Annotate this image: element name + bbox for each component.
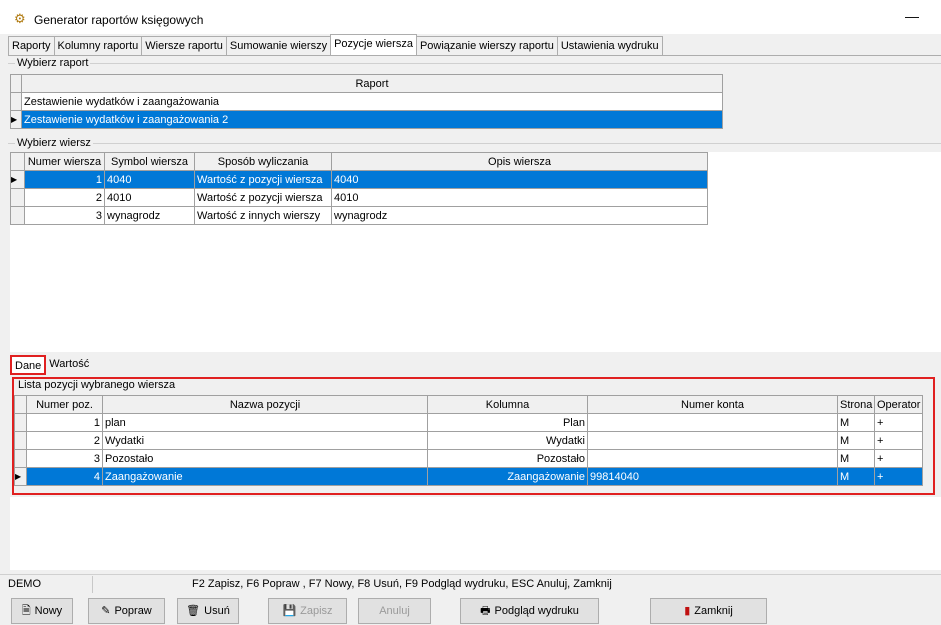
- row-number-cell[interactable]: 2: [24, 188, 105, 207]
- tab-powiazanie-wierszy[interactable]: Powiązanie wierszy raportu: [415, 36, 558, 55]
- tab-pozycje-wiersza[interactable]: Pozycje wiersza: [330, 34, 417, 55]
- tab-wiersze-raportu[interactable]: Wiersze raportu: [141, 36, 227, 55]
- row-symbol-cell[interactable]: wynagrodz: [104, 206, 195, 225]
- row-description-cell[interactable]: wynagrodz: [331, 206, 708, 225]
- minimize-button[interactable]: —: [905, 8, 919, 24]
- main-tabs: Raporty Kolumny raportu Wiersze raportu …: [8, 34, 663, 55]
- tab-dane[interactable]: Dane: [10, 355, 47, 375]
- printer-icon: 🖶: [480, 604, 491, 617]
- status-bar: DEMO F2 Zapisz, F6 Popraw , F7 Nowy, F8 …: [0, 574, 941, 593]
- tab-ustawienia-wydruku[interactable]: Ustawienia wydruku: [556, 36, 663, 55]
- floppy-disk-icon: 💾: [282, 604, 297, 617]
- new-button[interactable]: 🗎 Nowy: [11, 598, 73, 624]
- column-header-symbol-wiersza[interactable]: Symbol wiersza: [104, 152, 195, 171]
- positions-empty-area: [10, 497, 941, 570]
- report-group-title: Wybierz raport: [15, 57, 91, 69]
- edit-icon: ✎: [101, 604, 111, 617]
- row-pointer-icon: ▶: [10, 170, 25, 189]
- detail-tabs: Dane Wartość: [10, 355, 92, 375]
- column-header-numer-wiersza[interactable]: Numer wiersza: [24, 152, 105, 171]
- header-indicator: [10, 74, 22, 93]
- tab-kolumny-raportu[interactable]: Kolumny raportu: [53, 36, 143, 55]
- tab-sumowanie-wierszy[interactable]: Sumowanie wierszy: [225, 36, 332, 55]
- gear-icon: ⚙: [14, 11, 26, 26]
- cancel-button-label: Anuluj: [379, 605, 410, 617]
- row-description-cell[interactable]: 4040: [331, 170, 708, 189]
- status-divider: [92, 576, 93, 593]
- delete-button-label: Usuń: [204, 605, 230, 617]
- row-group-title: Wybierz wiersz: [15, 137, 93, 149]
- save-button[interactable]: 💾 Zapisz: [268, 598, 347, 624]
- column-header-raport[interactable]: Raport: [21, 74, 723, 93]
- table-row[interactable]: 3 wynagrodz Wartość z innych wierszy wyn…: [10, 206, 708, 225]
- column-header-opis-wiersza[interactable]: Opis wiersza: [331, 152, 708, 171]
- group-border: [8, 143, 941, 144]
- table-row[interactable]: Zestawienie wydatków i zaangażowania: [10, 92, 723, 111]
- report-table: Raport Zestawienie wydatków i zaangażowa…: [10, 74, 723, 129]
- header-indicator: [10, 152, 25, 171]
- report-name-cell[interactable]: Zestawienie wydatków i zaangażowania: [21, 92, 723, 111]
- new-document-icon: 🗎: [21, 604, 31, 617]
- column-header-sposob-wyliczania[interactable]: Sposób wyliczania: [194, 152, 332, 171]
- print-preview-button-label: Podgląd wydruku: [494, 605, 579, 617]
- row-indicator: [10, 92, 22, 111]
- report-name-cell[interactable]: Zestawienie wydatków i zaangażowania 2: [21, 110, 723, 129]
- table-row-selected[interactable]: ▶ Zestawienie wydatków i zaangażowania 2: [10, 110, 723, 129]
- button-bar: 🗎 Nowy ✎ Popraw 🗑 Usuń 💾 Zapisz Anuluj 🖶…: [0, 596, 941, 625]
- save-button-label: Zapisz: [300, 605, 333, 617]
- row-method-cell[interactable]: Wartość z pozycji wiersza: [194, 170, 332, 189]
- status-shortcuts: F2 Zapisz, F6 Popraw , F7 Nowy, F8 Usuń,…: [192, 578, 612, 590]
- edit-button-label: Popraw: [114, 605, 152, 617]
- edit-button[interactable]: ✎ Popraw: [88, 598, 165, 624]
- row-symbol-cell[interactable]: 4010: [104, 188, 195, 207]
- row-method-cell[interactable]: Wartość z innych wierszy: [194, 206, 332, 225]
- row-indicator: [10, 206, 25, 225]
- group-border: [8, 63, 941, 64]
- row-table: Numer wiersza Symbol wiersza Sposób wyli…: [10, 152, 708, 225]
- new-button-label: Nowy: [34, 605, 63, 617]
- tab-raporty[interactable]: Raporty: [8, 36, 55, 55]
- row-number-cell[interactable]: 3: [24, 206, 105, 225]
- row-number-cell[interactable]: 1: [24, 170, 105, 189]
- cancel-button[interactable]: Anuluj: [358, 598, 431, 624]
- trash-icon: 🗑: [186, 604, 201, 617]
- status-mode: DEMO: [8, 578, 41, 590]
- print-preview-button[interactable]: 🖶 Podgląd wydruku: [460, 598, 599, 624]
- row-pointer-icon: ▶: [10, 110, 22, 129]
- tab-wartosc[interactable]: Wartość: [46, 355, 92, 375]
- row-symbol-cell[interactable]: 4040: [104, 170, 195, 189]
- title-bar: ⚙ Generator raportów księgowych —: [0, 0, 941, 34]
- table-row-selected[interactable]: ▶ 1 4040 Wartość z pozycji wiersza 4040: [10, 170, 708, 189]
- row-method-cell[interactable]: Wartość z pozycji wiersza: [194, 188, 332, 207]
- window-title: Generator raportów księgowych: [34, 13, 204, 27]
- exit-door-icon: ▮: [684, 604, 691, 617]
- row-indicator: [10, 188, 25, 207]
- table-row[interactable]: 2 4010 Wartość z pozycji wiersza 4010: [10, 188, 708, 207]
- row-description-cell[interactable]: 4010: [331, 188, 708, 207]
- close-button[interactable]: ▮ Zamknij: [650, 598, 767, 624]
- close-button-label: Zamknij: [694, 605, 733, 617]
- delete-button[interactable]: 🗑 Usuń: [177, 598, 239, 624]
- highlight-box: [12, 377, 935, 495]
